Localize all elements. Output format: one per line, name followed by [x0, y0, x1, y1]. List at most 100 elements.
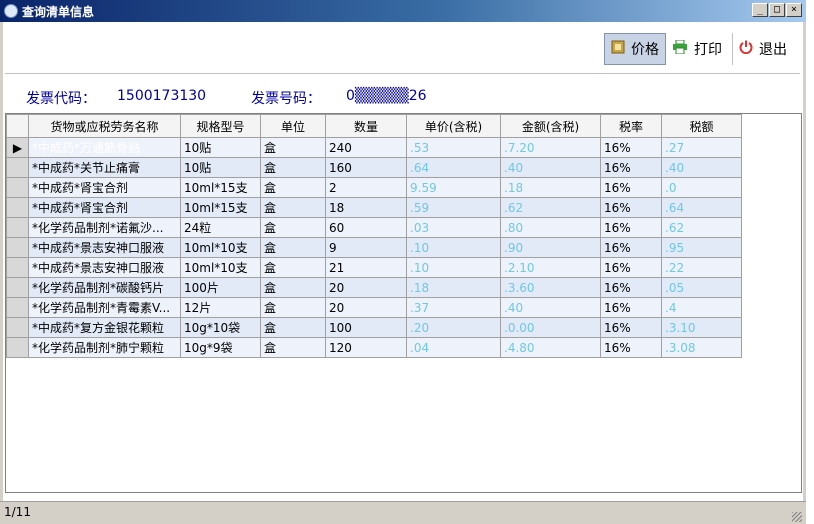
cell-tax-amount[interactable]: .95 [661, 237, 742, 258]
cell-unit-price[interactable]: .37 [406, 297, 501, 318]
cell-name[interactable]: *中成药*景志安神口服液 [28, 257, 181, 278]
cell-tax-rate[interactable]: 16% [600, 177, 662, 198]
cell-spec[interactable]: 10贴 [180, 137, 261, 158]
row-header[interactable] [6, 177, 29, 198]
cell-tax-rate[interactable]: 16% [600, 137, 662, 158]
cell-amount[interactable]: .18 [500, 177, 601, 198]
table-row[interactable]: ▶ *中成药*万通筋骨贴 10贴盒 240.53.7.20 16% .27 [6, 137, 742, 158]
cell-amount[interactable]: .40 [500, 157, 601, 178]
cell-qty[interactable]: 160 [325, 157, 407, 178]
cell-unit-price[interactable]: .18 [406, 277, 501, 298]
exit-button[interactable]: 退出 [732, 33, 792, 65]
cell-qty[interactable]: 120 [325, 337, 407, 358]
cell-unit-price[interactable]: 9.59 [406, 177, 501, 198]
row-header[interactable] [6, 297, 29, 318]
cell-tax-amount[interactable]: .22 [661, 257, 742, 278]
cell-spec[interactable]: 10ml*10支 [180, 257, 261, 278]
cell-unit-price[interactable]: .59 [406, 197, 501, 218]
cell-tax-amount[interactable]: .4 [661, 297, 742, 318]
cell-unit-price[interactable]: .10 [406, 257, 501, 278]
cell-qty[interactable]: 240 [325, 137, 407, 158]
cell-spec[interactable]: 24粒 [180, 217, 261, 238]
row-header[interactable] [6, 277, 29, 298]
cell-qty[interactable]: 20 [325, 297, 407, 318]
row-header[interactable] [6, 197, 29, 218]
cell-unit[interactable]: 盒 [260, 317, 326, 338]
col-header-tax-amount[interactable]: 税额 [661, 114, 742, 138]
close-button[interactable]: × [786, 3, 802, 17]
cell-name[interactable]: *化学药品制剂*青霉素V... [28, 297, 181, 318]
col-header-tax-rate[interactable]: 税率 [600, 114, 662, 138]
table-row[interactable]: *化学药品制剂*碳酸钙片 100片盒 20.18.3.60 16% .05 [6, 277, 742, 298]
cell-amount[interactable]: .0.00 [500, 317, 601, 338]
cell-amount[interactable]: .90 [500, 237, 601, 258]
row-header[interactable] [6, 257, 29, 278]
cell-amount[interactable]: .62 [500, 197, 601, 218]
cell-amount[interactable]: .7.20 [500, 137, 601, 158]
cell-unit[interactable]: 盒 [260, 217, 326, 238]
cell-name[interactable]: *中成药*肾宝合剂 [28, 197, 181, 218]
col-header-spec[interactable]: 规格型号 [180, 114, 261, 138]
cell-tax-rate[interactable]: 16% [600, 297, 662, 318]
cell-unit[interactable]: 盒 [260, 237, 326, 258]
table-row[interactable]: *化学药品制剂*诺氟沙... 24粒盒 60.03.80 16% .62 [6, 217, 742, 238]
cell-tax-amount[interactable]: .64 [661, 197, 742, 218]
cell-spec[interactable]: 10ml*15支 [180, 197, 261, 218]
cell-spec[interactable]: 12片 [180, 297, 261, 318]
cell-tax-amount[interactable]: .3.10 [661, 317, 742, 338]
cell-qty[interactable]: 20 [325, 277, 407, 298]
cell-unit-price[interactable]: .64 [406, 157, 501, 178]
cell-unit-price[interactable]: .03 [406, 217, 501, 238]
cell-qty[interactable]: 18 [325, 197, 407, 218]
cell-name[interactable]: *化学药品制剂*碳酸钙片 [28, 277, 181, 298]
cell-amount[interactable]: .3.60 [500, 277, 601, 298]
cell-spec[interactable]: 10贴 [180, 157, 261, 178]
col-header-qty[interactable]: 数量 [325, 114, 407, 138]
cell-qty[interactable]: 100 [325, 317, 407, 338]
cell-name[interactable]: *中成药*万通筋骨贴 [28, 137, 181, 158]
cell-tax-amount[interactable]: .27 [661, 137, 742, 158]
cell-name[interactable]: *化学药品制剂*肺宁颗粒 [28, 337, 181, 358]
cell-spec[interactable]: 10ml*10支 [180, 237, 261, 258]
col-header-unit[interactable]: 单位 [260, 114, 326, 138]
col-header-amount[interactable]: 金额(含税) [500, 114, 601, 138]
table-row[interactable]: *化学药品制剂*肺宁颗粒 10g*9袋盒 120.04.4.80 16% .3.08 [6, 337, 742, 358]
cell-unit[interactable]: 盒 [260, 337, 326, 358]
cell-tax-amount[interactable]: .0 [661, 177, 742, 198]
cell-tax-rate[interactable]: 16% [600, 337, 662, 358]
row-header[interactable] [6, 337, 29, 358]
cell-tax-amount[interactable]: .40 [661, 157, 742, 178]
cell-unit[interactable]: 盒 [260, 277, 326, 298]
cell-unit-price[interactable]: .10 [406, 237, 501, 258]
cell-name[interactable]: *化学药品制剂*诺氟沙... [28, 217, 181, 238]
cell-unit-price[interactable]: .04 [406, 337, 501, 358]
table-row[interactable]: *中成药*景志安神口服液 10ml*10支盒 21.10.2.10 16% .22 [6, 257, 742, 278]
cell-tax-amount[interactable]: .62 [661, 217, 742, 238]
cell-tax-rate[interactable]: 16% [600, 217, 662, 238]
cell-unit[interactable]: 盒 [260, 157, 326, 178]
cell-tax-rate[interactable]: 16% [600, 317, 662, 338]
cell-qty[interactable]: 9 [325, 237, 407, 258]
maximize-button[interactable]: □ [769, 3, 785, 17]
minimize-button[interactable]: _ [752, 3, 768, 17]
cell-tax-rate[interactable]: 16% [600, 197, 662, 218]
cell-amount[interactable]: .2.10 [500, 257, 601, 278]
cell-unit[interactable]: 盒 [260, 137, 326, 158]
col-header-name[interactable]: 货物或应税劳务名称 [28, 114, 181, 138]
cell-spec[interactable]: 10g*9袋 [180, 337, 261, 358]
cell-name[interactable]: *中成药*肾宝合剂 [28, 177, 181, 198]
cell-tax-amount[interactable]: .05 [661, 277, 742, 298]
cell-qty[interactable]: 2 [325, 177, 407, 198]
cell-tax-amount[interactable]: .3.08 [661, 337, 742, 358]
cell-qty[interactable]: 60 [325, 217, 407, 238]
table-row[interactable]: *中成药*肾宝合剂 10ml*15支盒 2 9.59.18 16% .0 [6, 177, 742, 198]
table-row[interactable]: *中成药*景志安神口服液 10ml*10支盒 9.10.90 16% .95 [6, 237, 742, 258]
print-button[interactable]: 打印 [672, 33, 728, 65]
cell-amount[interactable]: .40 [500, 297, 601, 318]
invoice-items-grid[interactable]: 货物或应税劳务名称 规格型号 单位 数量 单价(含税) 金额(含税) 税率 税额… [5, 113, 802, 493]
row-header[interactable] [6, 157, 29, 178]
table-row[interactable]: *化学药品制剂*青霉素V... 12片盒 20.37.40 16% .4 [6, 297, 742, 318]
cell-unit-price[interactable]: .53 [406, 137, 501, 158]
cell-amount[interactable]: .4.80 [500, 337, 601, 358]
cell-name[interactable]: *中成药*复方金银花颗粒 [28, 317, 181, 338]
